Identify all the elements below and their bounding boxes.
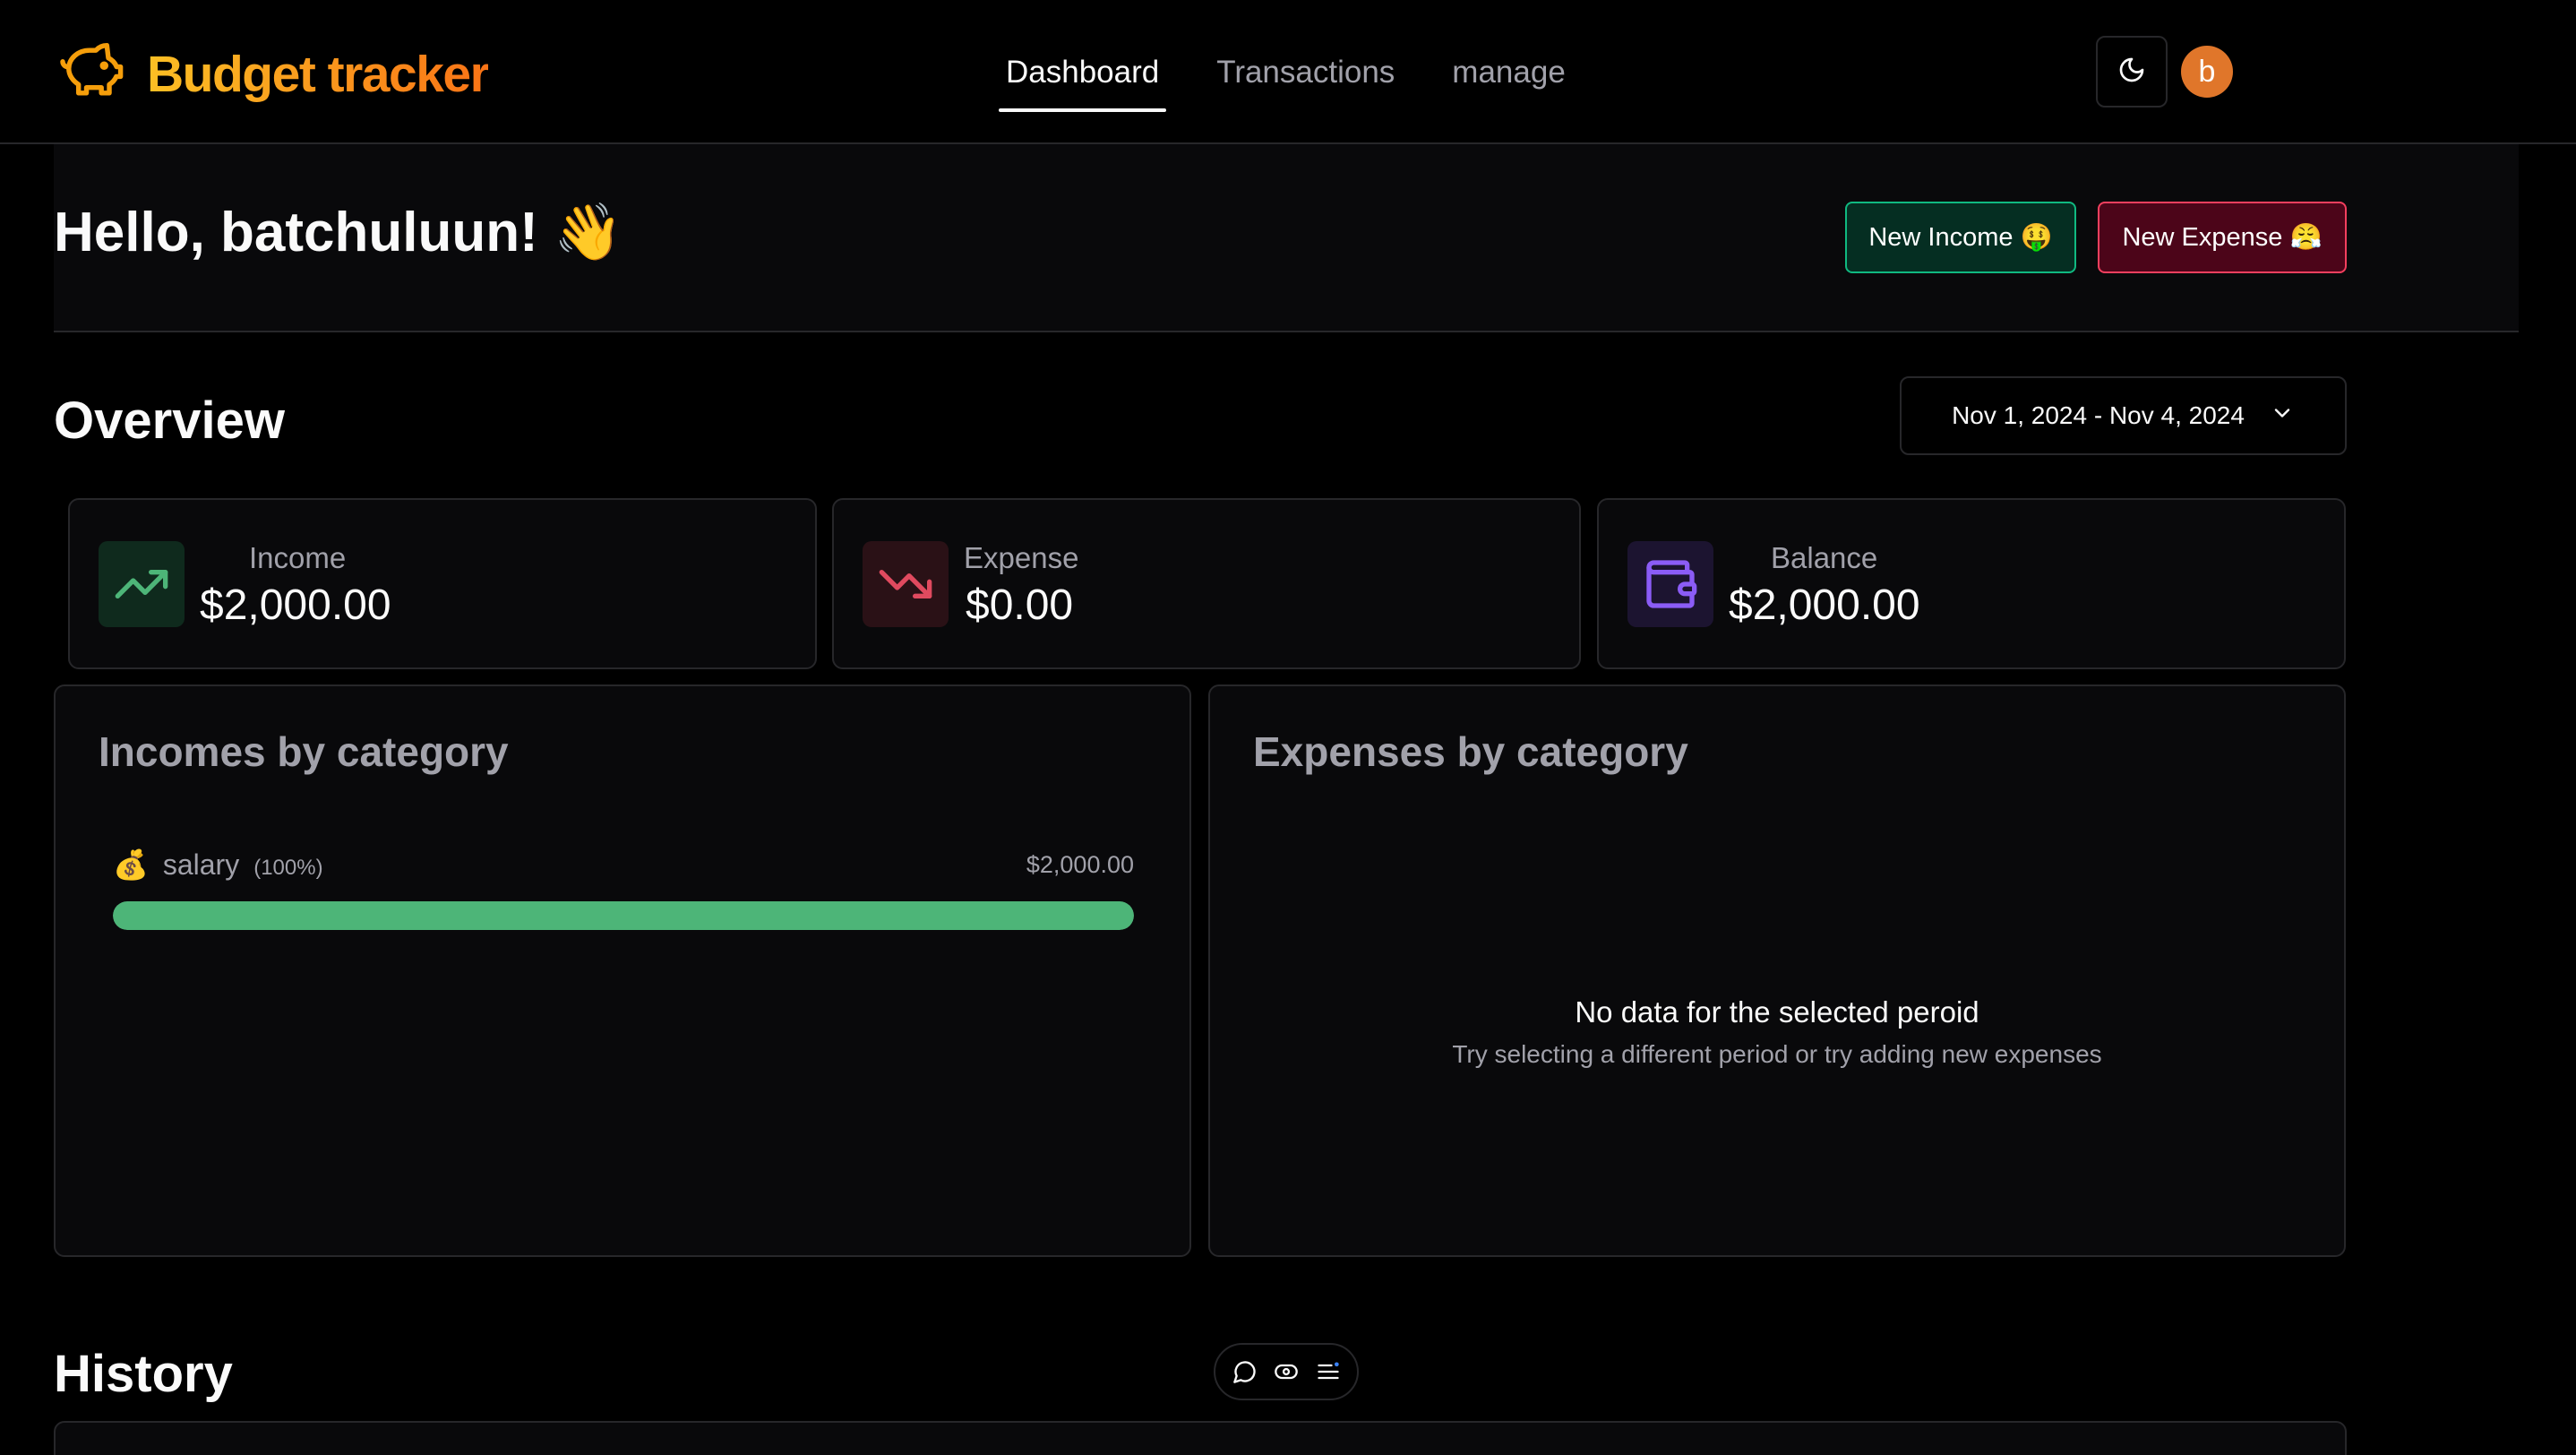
date-range-picker[interactable]: Nov 1, 2024 - Nov 4, 2024 <box>1900 376 2347 455</box>
expense-stat-card: Expense $0.00 <box>832 498 1581 669</box>
category-progress-fill <box>113 901 1134 930</box>
expense-value: $0.00 <box>966 581 1074 629</box>
floating-toolbar <box>1214 1343 1359 1400</box>
greeting-bar: Hello, batchuluun! 👋 New Income 🤑 New Ex… <box>54 144 2519 332</box>
date-range-value: Nov 1, 2024 - Nov 4, 2024 <box>1952 401 2245 429</box>
wallet-icon <box>1627 541 1713 627</box>
nav-transactions[interactable]: Transactions <box>1209 0 1402 144</box>
empty-state: No data for the selected peroid Try sele… <box>1210 995 2344 1069</box>
app-logo[interactable]: Budget tracker <box>56 41 490 107</box>
trending-down-icon <box>863 541 949 627</box>
eye-icon[interactable] <box>1274 1359 1299 1384</box>
category-amount: $2,000.00 <box>1026 850 1134 878</box>
new-income-button[interactable]: New Income 🤑 <box>1845 202 2076 273</box>
income-stat-card: Income $2,000.00 <box>68 498 817 669</box>
nav-manage[interactable]: manage <box>1445 0 1572 144</box>
overview-title: Overview <box>54 392 285 450</box>
income-label: Income <box>249 541 347 574</box>
empty-state-title: No data for the selected peroid <box>1575 995 1979 1029</box>
chat-bubble-icon[interactable] <box>1232 1359 1258 1384</box>
chevron-down-icon <box>2270 400 2295 432</box>
expenses-by-category-title: Expenses by category <box>1253 728 1688 775</box>
main-nav: Dashboard Transactions manage <box>999 0 1616 144</box>
incomes-by-category-card: Incomes by category 💰 salary (100%) $2,0… <box>54 684 1191 1257</box>
empty-state-subtitle: Try selecting a different period or try … <box>1452 1040 2102 1068</box>
history-title: History <box>54 1345 233 1403</box>
greeting-text: Hello, batchuluun! 👋 <box>54 202 623 263</box>
trending-up-icon <box>99 541 185 627</box>
top-navbar: Budget tracker Dashboard Transactions ma… <box>0 0 2576 144</box>
expense-label: Expense <box>964 541 1079 574</box>
money-bag-icon: 💰 <box>113 848 149 881</box>
history-card <box>54 1421 2347 1455</box>
category-name: salary <box>162 848 240 881</box>
app-title: Budget tracker <box>147 45 490 103</box>
user-avatar[interactable]: b <box>2181 46 2233 98</box>
nav-dashboard[interactable]: Dashboard <box>999 0 1167 144</box>
income-value: $2,000.00 <box>200 581 391 629</box>
balance-stat-card: Balance $2,000.00 <box>1597 498 2346 669</box>
category-row-salary: 💰 salary (100%) $2,000.00 <box>113 848 1134 930</box>
piggy-bank-icon <box>56 41 131 107</box>
theme-toggle-button[interactable] <box>2096 36 2168 108</box>
category-percent: (100%) <box>253 856 323 880</box>
expenses-by-category-card: Expenses by category No data for the sel… <box>1208 684 2346 1257</box>
list-settings-icon[interactable] <box>1316 1359 1341 1384</box>
balance-value: $2,000.00 <box>1729 581 1920 629</box>
new-expense-button[interactable]: New Expense 😤 <box>2098 202 2347 273</box>
category-progress-bar <box>113 901 1134 930</box>
balance-label: Balance <box>1771 541 1878 574</box>
incomes-by-category-title: Incomes by category <box>99 728 509 775</box>
moon-icon <box>2117 56 2146 89</box>
